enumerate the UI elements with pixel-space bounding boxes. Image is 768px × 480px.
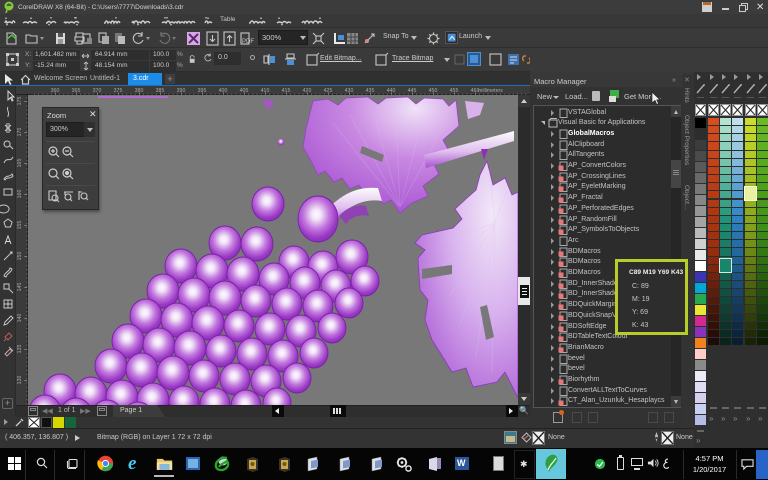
- svg-text:175: 175: [17, 97, 23, 106]
- svg-text:155: 155: [17, 221, 23, 230]
- svg-text:145: 145: [17, 283, 23, 292]
- svg-text:135: 135: [17, 345, 23, 354]
- svg-text:160: 160: [17, 190, 23, 199]
- svg-text:170: 170: [17, 128, 23, 137]
- svg-text:140: 140: [17, 314, 23, 323]
- svg-text:165: 165: [17, 159, 23, 168]
- svg-text:130: 130: [17, 376, 23, 385]
- svg-text:millimeters: millimeters: [478, 88, 503, 94]
- svg-text:PDF: PDF: [242, 39, 254, 45]
- svg-text:150: 150: [17, 252, 23, 261]
